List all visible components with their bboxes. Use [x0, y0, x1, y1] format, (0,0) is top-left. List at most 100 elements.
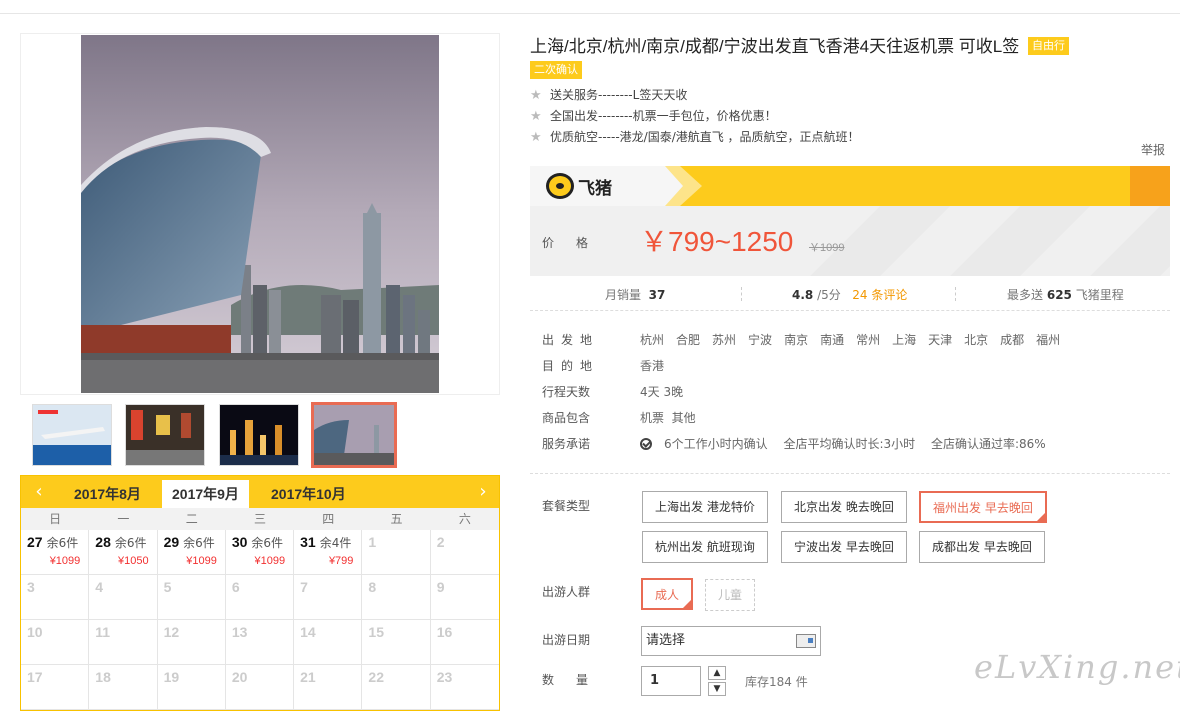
calendar-day[interactable]: 30 余6件 ¥1099: [225, 530, 295, 575]
monthly-sales-value: 37: [648, 288, 666, 302]
calendar-header: ‹ 2017年8月 2017年9月 2017年10月 ›: [21, 476, 499, 508]
info-row-service: 服务承诺 6个工作小时内确认 全店平均确认时长:3小时 全店确认通过率:86%: [542, 431, 1162, 457]
depart-city: 杭州: [640, 333, 665, 347]
depart-city: 福州: [1036, 333, 1061, 347]
calendar-day: 16: [430, 620, 499, 665]
feature-item: ★ 全国出发--------机票一手包位，价格优惠！: [530, 106, 1170, 127]
package-option-selected[interactable]: 福州出发 早去晚回: [919, 491, 1047, 523]
calendar-day[interactable]: 29 余6件 ¥1099: [157, 530, 226, 575]
depart-city: 常州: [856, 333, 881, 347]
report-link[interactable]: 举报: [1141, 141, 1165, 158]
package-option[interactable]: 北京出发 晚去晚回: [781, 491, 907, 523]
calendar-day: 11: [89, 620, 158, 665]
quantity-input[interactable]: 1: [641, 666, 701, 696]
day-number: 19: [163, 669, 180, 685]
calendar-icon[interactable]: [796, 634, 816, 648]
price-calendar: ‹ 2017年8月 2017年9月 2017年10月 › 日 一 二 三 四 五…: [20, 475, 500, 711]
qty-increase-icon[interactable]: ▲: [708, 666, 726, 680]
day-number: 2: [436, 534, 445, 550]
calendar-day: 13: [225, 620, 295, 665]
day-number: 12: [163, 624, 180, 640]
weekday-label: 六: [458, 512, 471, 526]
package-option[interactable]: 上海出发 港龙特价: [642, 491, 768, 523]
day-number: 21: [300, 669, 316, 685]
calendar-day: 9: [430, 575, 499, 620]
package-option[interactable]: 成都出发 早去晚回: [919, 531, 1045, 563]
calendar-prev-icon[interactable]: ‹: [29, 481, 49, 502]
calendar-day: 12: [157, 620, 226, 665]
calendar-day: 22: [362, 665, 431, 710]
thumbnail-street[interactable]: [125, 404, 205, 466]
stock-count: 库存184 件: [745, 675, 808, 689]
day-price: ¥1050: [117, 555, 149, 567]
stat-divider: [741, 287, 742, 301]
weekday-label: 三: [253, 512, 266, 526]
feature-item: ★ 送关服务--------L签天天收: [530, 85, 1170, 106]
calendar-day[interactable]: 31 余4件 ¥799: [294, 530, 363, 575]
day-number: 11: [95, 624, 111, 640]
weekday-label: 四: [322, 512, 335, 526]
day-number: 4: [95, 579, 104, 595]
main-product-image: [20, 33, 500, 395]
days-value: 4天 3晚: [640, 385, 684, 399]
thumbnail-convention-centre[interactable]: [311, 402, 397, 468]
calendar-weekdays: 日 一 二 三 四 五 六: [21, 508, 499, 530]
depart-city: 北京: [964, 333, 989, 347]
star-icon: ★: [530, 88, 542, 103]
brand-stripe: [1130, 166, 1170, 206]
product-title: 上海/北京/杭州/南京/成都/宁波出发直飞香港4天往返机票 可收L签 自由行: [530, 33, 1170, 61]
fliggy-logo: 飞猪: [546, 173, 612, 199]
thumbnail-airplane[interactable]: [32, 404, 112, 466]
crowd-child[interactable]: 儿童: [705, 579, 756, 611]
miles-prefix: 最多送: [1007, 288, 1044, 302]
calendar-next-icon[interactable]: ›: [473, 481, 493, 502]
product-detail: 上海/北京/杭州/南京/成都/宁波出发直飞香港4天往返机票 可收L签 自由行 二…: [530, 33, 1170, 696]
day-remaining: 余4件: [319, 536, 352, 550]
package-option[interactable]: 宁波出发 早去晚回: [781, 531, 907, 563]
service-item: 6个工作小时内确认: [664, 437, 768, 451]
product-title-text: 上海/北京/杭州/南京/成都/宁波出发直飞香港4天往返机票 可收L签: [530, 37, 1020, 56]
calendar-month-next[interactable]: 2017年10月: [271, 484, 346, 504]
calendar-day: 17: [21, 665, 90, 710]
includes-value: 机票 其他: [640, 411, 696, 425]
depart-city: 成都: [1000, 333, 1025, 347]
watermark: eLvXing.net: [974, 648, 1180, 686]
day-number: 13: [231, 624, 248, 640]
depart-city: 天津: [928, 333, 953, 347]
calendar-day: 4: [89, 575, 158, 620]
calendar-day: 14: [294, 620, 363, 665]
day-remaining: 余6件: [114, 536, 147, 550]
reviews-link[interactable]: 24 条评论: [852, 288, 907, 302]
price-box: 价格 ￥799~1250 ￥1099: [530, 206, 1170, 276]
service-item: 全店确认通过率:86%: [930, 437, 1046, 451]
info-row-depart: 出发地 杭州 合肥 苏州 宁波 南京 南通 常州 上海 天津 北京 成都 福州: [542, 327, 1162, 353]
calendar-day: 1: [362, 530, 431, 575]
calendar-day[interactable]: 28 余6件 ¥1050: [89, 530, 158, 575]
service-item: 全店平均确认时长:3小时: [783, 437, 916, 451]
thumbnail-strip: [20, 399, 500, 469]
calendar-day: 18: [89, 665, 158, 710]
day-number: 1: [368, 534, 377, 550]
calendar-month-prev[interactable]: 2017年8月: [74, 484, 141, 504]
feature-text: 优质航空-----港龙/国泰/港航直飞 ，品质航空，正点航班！: [550, 130, 860, 144]
day-number: 17: [27, 669, 43, 685]
calendar-day: 5: [157, 575, 226, 620]
thumbnail-night-skyline[interactable]: [219, 404, 299, 466]
depart-city: 苏州: [712, 333, 737, 347]
travel-date-input[interactable]: 请选择: [641, 626, 821, 656]
calendar-day: 6: [225, 575, 295, 620]
free-travel-badge: 自由行: [1027, 37, 1069, 55]
dest-value: 香港: [640, 359, 665, 373]
day-number: 7: [300, 579, 308, 595]
depart-city: 上海: [892, 333, 917, 347]
weekday-label: 二: [185, 512, 198, 526]
day-number: 5: [163, 579, 172, 595]
qty-label: 数量: [542, 673, 611, 687]
qty-decrease-icon[interactable]: ▼: [708, 682, 726, 696]
calendar-month-current[interactable]: 2017年9月: [162, 480, 249, 508]
calendar-day[interactable]: 27 余6件 ¥1099: [21, 530, 90, 575]
package-option[interactable]: 杭州出发 航班现询: [642, 531, 768, 563]
gallery-and-calendar: ‹ 2017年8月 2017年9月 2017年10月 › 日 一 二 三 四 五…: [20, 33, 500, 711]
day-price: ¥1099: [254, 555, 286, 567]
crowd-adult[interactable]: 成人: [641, 578, 694, 610]
